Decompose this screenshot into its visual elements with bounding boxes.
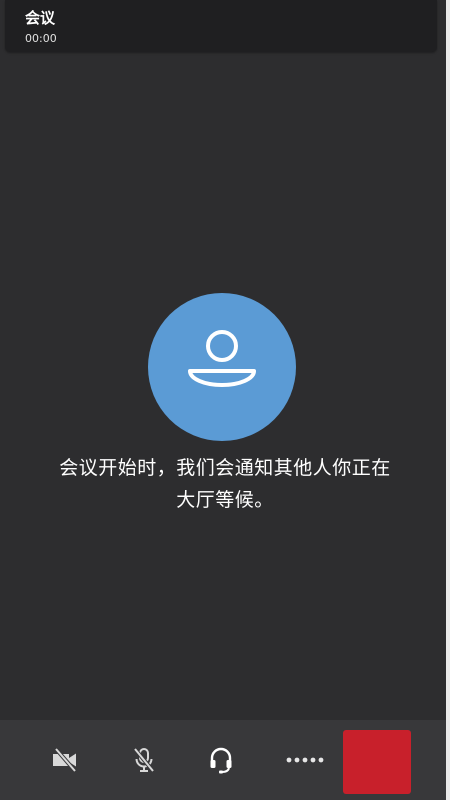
- meeting-header[interactable]: 会议 00:00: [5, 0, 437, 52]
- lobby-message-line-2: 大厅等候。: [176, 489, 274, 511]
- mic-off-icon: [133, 747, 155, 773]
- meeting-timer: 00:00: [25, 32, 57, 45]
- meeting-title: 会议: [25, 9, 56, 27]
- more-options-icon: [286, 757, 324, 763]
- hang-up-button[interactable]: [343, 730, 411, 794]
- audio-device-button[interactable]: [191, 720, 251, 800]
- lobby-message-line-1: 会议开始时，我们会通知其他人你正在: [59, 457, 391, 479]
- meeting-screen: 会议 00:00 会议开始时，我们会通知其他人你正在 大厅等候。: [0, 0, 450, 800]
- avatar: [148, 293, 296, 441]
- lobby-message: 会议开始时，我们会通知其他人你正在 大厅等候。: [20, 452, 430, 516]
- mic-toggle-button[interactable]: [114, 720, 174, 800]
- more-options-button[interactable]: [277, 720, 337, 800]
- screen-edge: [446, 0, 450, 800]
- camera-toggle-button[interactable]: [35, 720, 95, 800]
- headset-icon: [210, 747, 232, 774]
- camera-off-icon: [53, 747, 77, 773]
- person-icon: [188, 330, 256, 387]
